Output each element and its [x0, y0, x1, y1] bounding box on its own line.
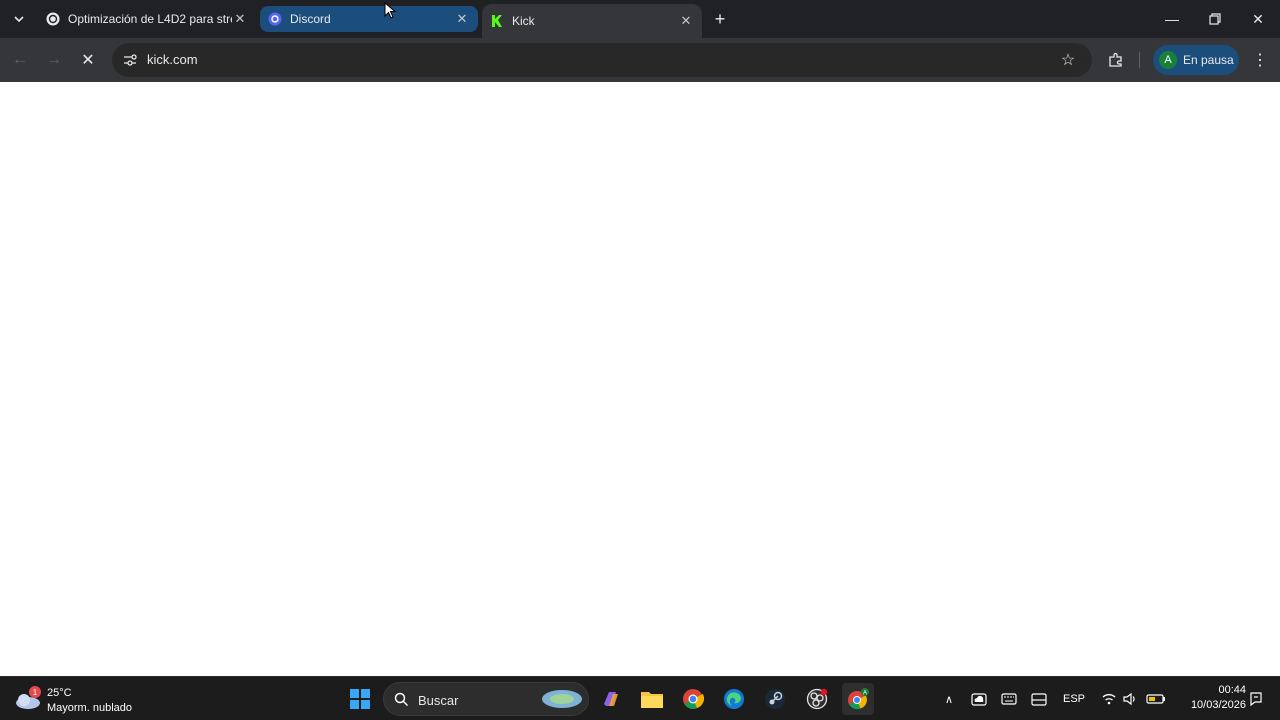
puzzle-icon [1109, 52, 1122, 67]
chevron-up-icon: ∧ [944, 693, 954, 706]
battery-icon[interactable] [1144, 687, 1168, 711]
tab-title: Optimización de L4D2 para stre [68, 12, 232, 26]
minimize-icon: — [1165, 11, 1179, 27]
search-icon [394, 692, 409, 707]
close-icon[interactable]: ✕ [454, 11, 470, 27]
stop-loading-button[interactable]: ✕ [74, 46, 102, 74]
notifications-icon[interactable] [1248, 687, 1264, 711]
show-hidden-icons-button[interactable]: ∧ [940, 687, 958, 711]
forward-button[interactable]: → [40, 46, 68, 74]
chrome-profile-icon[interactable]: A [842, 683, 874, 715]
back-button[interactable]: ← [6, 46, 34, 74]
minimize-button[interactable]: — [1152, 6, 1192, 32]
windows-start-icon[interactable] [344, 683, 376, 715]
tab-discord[interactable]: Discord ✕ [260, 6, 478, 32]
arrow-left-icon: ← [12, 51, 28, 68]
arrow-right-icon: → [46, 51, 62, 68]
profile-button[interactable]: A En pausa [1153, 45, 1239, 75]
wifi-icon[interactable] [1100, 687, 1118, 711]
more-vert-icon: ⋮ [1252, 52, 1268, 69]
edge-icon[interactable] [718, 683, 750, 715]
display-icon[interactable] [1028, 687, 1050, 711]
tab-optimizacion[interactable]: Optimización de L4D2 para stre ✕ [38, 6, 256, 32]
discord-icon [268, 12, 282, 26]
restore-button[interactable] [1195, 6, 1235, 32]
search-placeholder: Buscar [418, 693, 459, 708]
clock-time: 00:44 [1218, 684, 1246, 696]
close-icon[interactable]: ✕ [678, 13, 694, 29]
page-content [0, 82, 1280, 676]
close-window-button[interactable]: ✕ [1238, 6, 1278, 32]
profile-status: En pausa [1183, 53, 1234, 67]
bookmark-star-icon[interactable]: ☆ [1058, 50, 1078, 70]
chevron-down-icon [14, 16, 24, 23]
weather-widget[interactable]: 1 25°C Mayorm. nublado [14, 681, 154, 717]
obs-icon[interactable] [801, 683, 833, 715]
steam-icon[interactable] [759, 683, 791, 715]
file-explorer-icon[interactable] [636, 683, 668, 715]
volume-icon[interactable] [1121, 687, 1139, 711]
search-highlight-icon [542, 690, 582, 708]
profile-badge-letter: A [863, 691, 867, 697]
browser-frame: Optimización de L4D2 para stre ✕ Discord… [0, 0, 1280, 82]
toolbar-divider [1139, 52, 1140, 68]
cloudy-weather-icon: 1 [16, 686, 41, 709]
new-tab-button[interactable]: + [709, 8, 731, 30]
browser-toolbar: ← → ✕ kick.com ☆ A En pausa ⋮ [0, 38, 1280, 82]
close-icon: ✕ [1252, 10, 1264, 27]
weather-temperature: 25°C [47, 687, 72, 699]
mouse-cursor-icon [384, 2, 397, 19]
openai-icon [46, 12, 60, 26]
avatar: A [1159, 51, 1177, 69]
kick-icon [490, 14, 504, 28]
taskbar-search[interactable]: Buscar [383, 682, 589, 716]
weather-badge: 1 [33, 688, 38, 697]
plus-icon: + [714, 8, 726, 29]
language-indicator[interactable]: ESP [1060, 687, 1088, 711]
extensions-button[interactable] [1104, 46, 1128, 74]
clock[interactable]: 00:44 10/03/2026 [1176, 683, 1246, 713]
restore-icon [1209, 13, 1221, 25]
keyboard-icon[interactable] [998, 687, 1020, 711]
clock-date: 10/03/2026 [1190, 699, 1246, 711]
weather-description: Mayorm. nublado [47, 702, 132, 714]
copilot-icon[interactable] [595, 683, 627, 715]
tab-search-button[interactable] [6, 6, 32, 32]
tab-strip: Optimización de L4D2 para stre ✕ Discord… [0, 0, 1280, 38]
tab-title: Kick [512, 14, 535, 28]
close-icon: ✕ [81, 52, 95, 69]
site-settings-icon[interactable] [120, 50, 140, 70]
chrome-icon[interactable] [677, 683, 709, 715]
tab-kick[interactable]: Kick ✕ [482, 4, 702, 38]
chrome-menu-button[interactable]: ⋮ [1250, 46, 1270, 74]
cloud-sync-icon[interactable] [968, 687, 990, 711]
taskbar: 1 25°C Mayorm. nublado Buscar A ∧ ESP 00… [0, 676, 1280, 720]
address-bar[interactable]: kick.com ☆ [112, 43, 1092, 77]
url-text: kick.com [147, 52, 198, 67]
close-icon[interactable]: ✕ [232, 11, 248, 27]
tab-title: Discord [290, 12, 331, 26]
